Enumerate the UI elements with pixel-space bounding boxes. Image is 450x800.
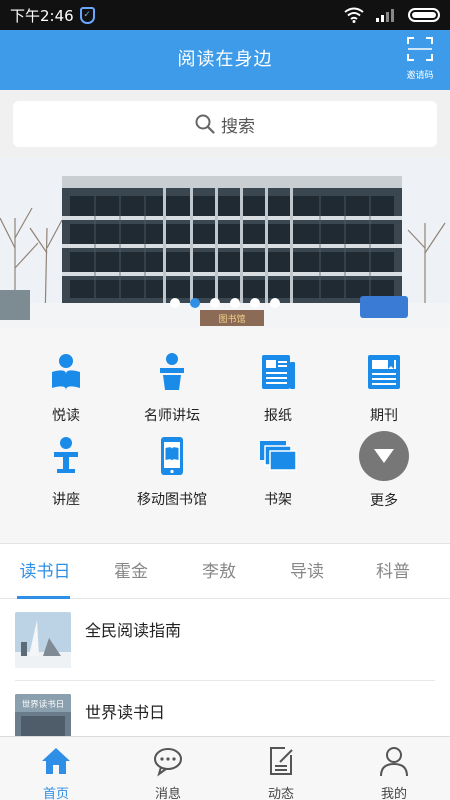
grid-item-master-forum[interactable]: 名师讲坛	[116, 352, 228, 425]
grid-label: 书架	[264, 492, 292, 508]
lecture-icon	[54, 437, 78, 473]
carousel-dot[interactable]	[170, 298, 180, 308]
more-icon	[359, 431, 409, 481]
battery-icon	[408, 8, 440, 22]
grid-label: 期刊	[370, 408, 398, 424]
status-bar: 下午2:46 ✓	[0, 0, 450, 30]
invite-code-label: 邀请码	[406, 71, 434, 81]
feature-grid: 悦读 名师讲坛 报纸 期刊 讲座 移动图书馆 书架 更多	[0, 328, 450, 543]
home-icon	[42, 748, 70, 774]
profile-icon	[380, 747, 408, 777]
nav-label: 动态	[267, 787, 294, 800]
tab-reading-day[interactable]: 读书日	[0, 544, 90, 600]
signal-icon	[376, 9, 394, 22]
grid-label: 报纸	[264, 408, 292, 424]
nav-messages[interactable]: 消息	[112, 737, 224, 800]
carousel-dot[interactable]	[250, 298, 260, 308]
category-tabs: 读书日 霍金 李敖 导读 科普	[0, 543, 450, 599]
nav-home[interactable]: 首页	[0, 737, 112, 800]
grid-label: 名师讲坛	[144, 408, 200, 424]
status-indicators	[344, 7, 440, 23]
tab-hawking[interactable]: 霍金	[86, 544, 176, 600]
security-shield-icon: ✓	[79, 6, 95, 24]
search-label: 搜索	[221, 116, 255, 137]
grid-item-more[interactable]: 更多	[328, 431, 440, 510]
nav-label: 我的	[380, 787, 407, 800]
list-item-title: 世界读书日	[85, 703, 166, 722]
newspaper-icon	[262, 355, 295, 389]
tab-li-ao[interactable]: 李敖	[174, 544, 264, 600]
nav-label: 消息	[154, 787, 181, 800]
wifi-icon	[344, 7, 364, 23]
thumb-text: 世界读书日	[22, 699, 65, 710]
tab-science[interactable]: 科普	[348, 544, 438, 600]
search-icon	[195, 114, 215, 134]
tab-guide[interactable]: 导读	[262, 544, 352, 600]
banner-carousel[interactable]: 图书馆	[0, 158, 450, 328]
nav-label: 首页	[42, 787, 69, 800]
grid-label: 讲座	[52, 492, 80, 508]
grid-item-journal[interactable]: 期刊	[328, 352, 440, 425]
carousel-dot[interactable]	[210, 298, 220, 308]
status-time: 下午2:46	[10, 6, 74, 25]
page-title: 阅读在身边	[177, 49, 273, 70]
grid-label: 移动图书馆	[137, 492, 207, 508]
carousel-dot[interactable]	[270, 298, 280, 308]
feed-icon	[270, 747, 293, 775]
search-input[interactable]: 搜索	[13, 101, 437, 147]
grid-item-lecture[interactable]: 讲座	[10, 436, 122, 509]
search-bar-container: 搜索	[0, 90, 450, 158]
journal-icon	[368, 355, 400, 389]
app-header: 阅读在身边 邀请码	[0, 30, 450, 90]
bookshelf-icon	[260, 441, 297, 471]
nav-profile[interactable]: 我的	[338, 737, 450, 800]
grid-item-mobile-library[interactable]: 移动图书馆	[116, 436, 228, 509]
list-item[interactable]: 全民阅读指南	[0, 599, 450, 681]
phone-book-icon	[161, 437, 183, 475]
carousel-dot[interactable]	[190, 298, 200, 308]
podium-icon	[160, 353, 184, 390]
list-item-title: 全民阅读指南	[85, 621, 182, 640]
list-thumbnail	[15, 612, 71, 668]
banner-sign-text: 图书馆	[218, 313, 245, 325]
grid-item-bookshelf[interactable]: 书架	[222, 436, 334, 509]
grid-item-reading[interactable]: 悦读	[10, 352, 122, 425]
list-thumbnail: 世界读书日	[15, 694, 71, 736]
grid-item-newspaper[interactable]: 报纸	[222, 352, 334, 425]
carousel-dot[interactable]	[230, 298, 240, 308]
reader-icon	[52, 354, 80, 390]
carousel-indicators	[0, 298, 450, 308]
scan-icon	[407, 37, 433, 61]
invite-code-button[interactable]: 邀请码	[400, 36, 440, 81]
nav-feed[interactable]: 动态	[225, 737, 337, 800]
article-list: 全民阅读指南 世界读书日 世界读书日	[0, 599, 450, 736]
list-item[interactable]: 世界读书日 世界读书日	[0, 681, 450, 736]
bottom-navigation: 首页 消息 动态 我的	[0, 736, 450, 800]
grid-label: 悦读	[52, 408, 80, 424]
message-icon	[154, 748, 182, 777]
grid-label: 更多	[370, 493, 398, 509]
